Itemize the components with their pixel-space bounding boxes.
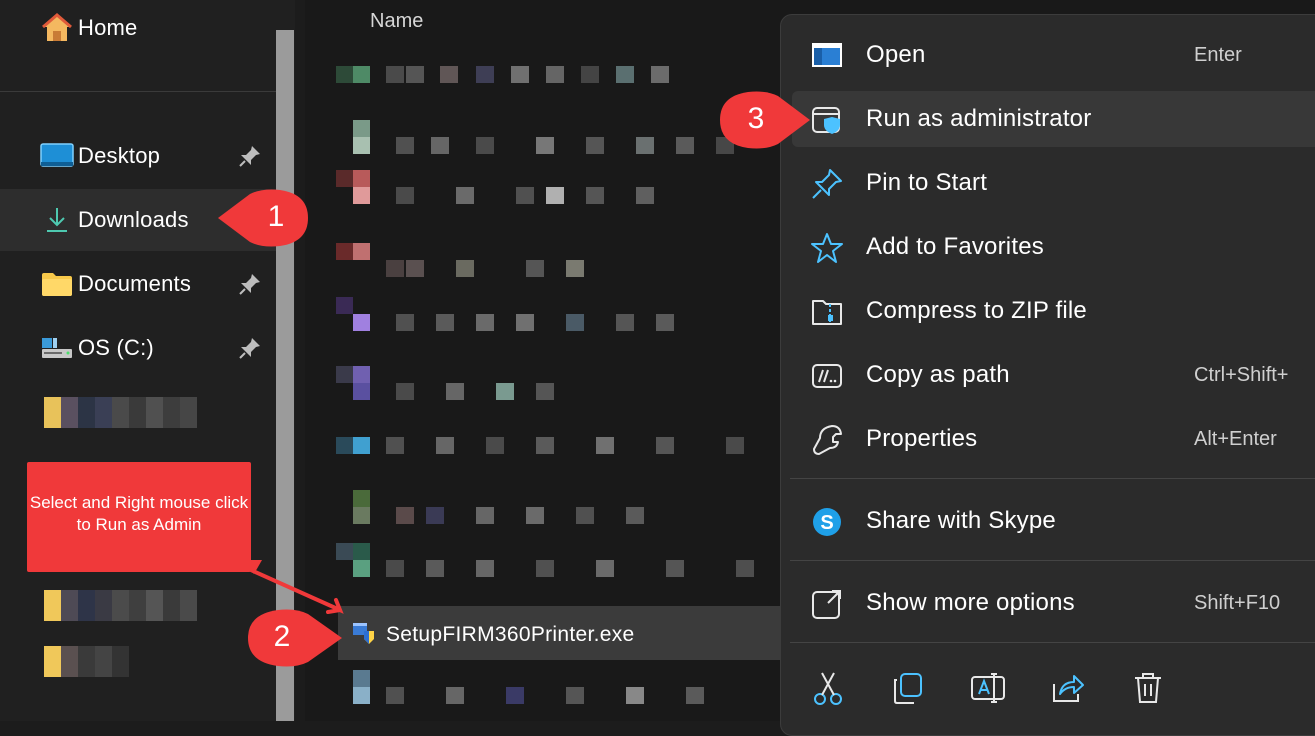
desktop-icon: [40, 139, 74, 173]
redacted-file-row[interactable]: [336, 120, 776, 154]
menu-item-show-more-options[interactable]: Show more options Shift+F10: [792, 575, 1315, 631]
redacted-file-row[interactable]: [336, 66, 696, 100]
menu-item-label: Show more options: [866, 589, 1075, 616]
home-icon: [40, 11, 74, 45]
menu-item-shortcut: Alt+Enter: [1194, 428, 1277, 450]
nav-item-os-drive[interactable]: OS (C:): [0, 317, 282, 379]
cut-icon[interactable]: [808, 668, 848, 708]
redacted-file-row[interactable]: [336, 297, 696, 331]
installer-exe-icon: [352, 621, 376, 645]
skype-icon: S: [810, 505, 844, 539]
svg-text:S: S: [820, 512, 833, 534]
nav-item-home[interactable]: Home: [0, 0, 282, 59]
sidebar-divider: [0, 91, 290, 92]
shield-icon: [810, 103, 844, 137]
column-header-name[interactable]: Name: [370, 10, 423, 33]
menu-item-run-as-administrator[interactable]: Run as administrator: [792, 91, 1315, 147]
menu-item-label: Properties: [866, 425, 978, 452]
path-icon: [810, 359, 844, 393]
pin-icon[interactable]: [238, 336, 262, 360]
pin-icon: [810, 167, 844, 201]
step-3-number: 3: [747, 102, 765, 135]
redacted-file-row[interactable]: [336, 366, 596, 400]
redacted-sidebar-item[interactable]: [44, 397, 197, 428]
instruction-note: Select and Right mouse click to Run as A…: [27, 462, 251, 572]
open-icon: [810, 39, 844, 73]
step-2-number: 2: [273, 620, 291, 653]
star-icon: [810, 231, 844, 265]
redacted-file-row[interactable]: [336, 670, 776, 704]
menu-item-label: Copy as path: [866, 361, 1010, 388]
redacted-file-row[interactable]: [336, 420, 776, 454]
redacted-file-row[interactable]: [336, 243, 626, 277]
more-options-icon: [810, 587, 844, 621]
menu-item-shortcut: Shift+F10: [1194, 592, 1281, 614]
menu-item-label: Compress to ZIP file: [866, 297, 1087, 324]
menu-item-open[interactable]: Open Enter: [792, 27, 1315, 83]
menu-item-label: Run as administrator: [866, 105, 1092, 132]
redacted-file-row[interactable]: [336, 490, 726, 524]
menu-separator: [790, 642, 1315, 643]
selected-file-name: SetupFIRM360Printer.exe: [386, 623, 635, 646]
menu-item-properties[interactable]: Properties Alt+Enter: [792, 411, 1315, 467]
pin-icon[interactable]: [238, 272, 262, 296]
menu-item-label: Add to Favorites: [866, 233, 1044, 260]
rename-icon[interactable]: [968, 668, 1008, 708]
menu-item-shortcut: Enter: [1194, 44, 1242, 66]
menu-item-add-to-favorites[interactable]: Add to Favorites: [792, 219, 1315, 275]
wrench-icon: [810, 423, 844, 457]
redacted-sidebar-item[interactable]: [44, 646, 129, 677]
menu-separator: [790, 478, 1315, 479]
copy-icon[interactable]: [888, 668, 928, 708]
nav-desktop-label: Desktop: [78, 143, 161, 168]
delete-icon[interactable]: [1128, 668, 1168, 708]
folder-icon: [40, 267, 74, 301]
zip-folder-icon: [810, 295, 844, 329]
nav-home-label: Home: [78, 15, 138, 40]
note-arrow: [240, 560, 344, 614]
menu-item-pin-to-start[interactable]: Pin to Start: [792, 155, 1315, 211]
menu-item-label: Pin to Start: [866, 169, 988, 196]
menu-item-label: Open: [866, 41, 926, 68]
step-1-number: 1: [267, 200, 285, 233]
nav-item-documents[interactable]: Documents: [0, 253, 282, 315]
menu-item-share-with-skype[interactable]: S Share with Skype: [792, 493, 1315, 549]
menu-item-shortcut: Ctrl+Shift+: [1194, 364, 1289, 386]
nav-os-drive-label: OS (C:): [78, 335, 154, 360]
drive-icon: [40, 331, 74, 365]
download-icon: [40, 203, 74, 237]
share-icon[interactable]: [1048, 668, 1088, 708]
nav-documents-label: Documents: [78, 271, 192, 296]
nav-downloads-label: Downloads: [78, 207, 189, 232]
instruction-note-text: Select and Right mouse click to Run as A…: [29, 493, 249, 534]
redacted-file-row[interactable]: [336, 170, 666, 204]
redacted-file-row[interactable]: [336, 543, 776, 577]
menu-item-label: Share with Skype: [866, 507, 1056, 534]
menu-item-compress-zip[interactable]: Compress to ZIP file: [792, 283, 1315, 339]
menu-separator: [790, 560, 1315, 561]
nav-item-desktop[interactable]: Desktop: [0, 125, 282, 187]
menu-item-copy-as-path[interactable]: Copy as path Ctrl+Shift+: [792, 347, 1315, 403]
pin-icon[interactable]: [238, 144, 262, 168]
redacted-sidebar-item[interactable]: [44, 590, 197, 621]
